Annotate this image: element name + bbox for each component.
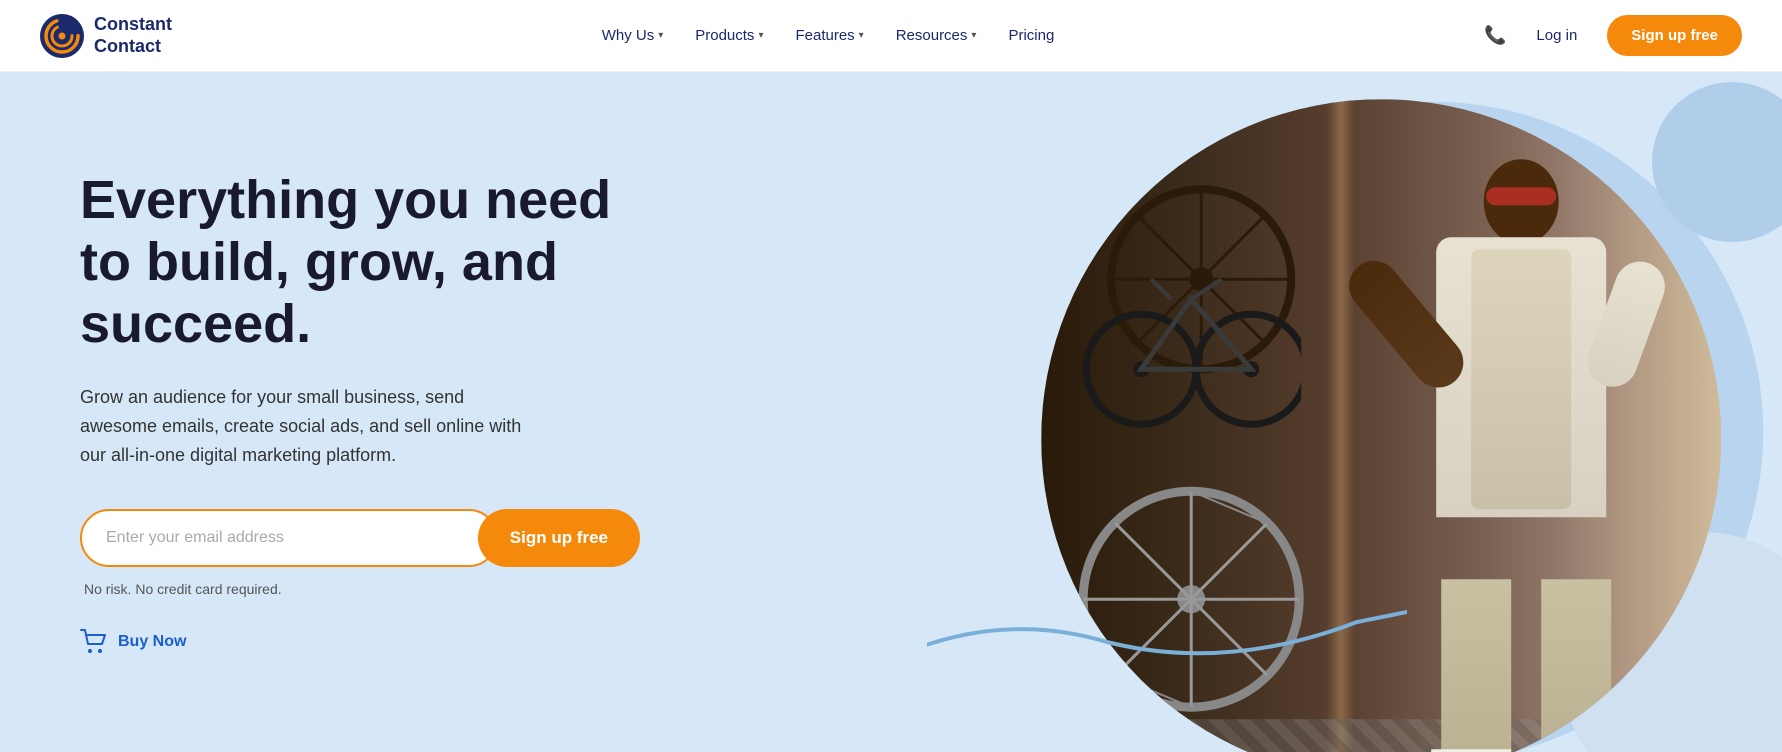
hero-signup-button[interactable]: Sign up free <box>478 509 640 567</box>
person-figure <box>1401 159 1641 752</box>
logo-icon <box>40 14 84 58</box>
buy-now-link[interactable]: Buy Now <box>80 629 867 655</box>
chevron-down-icon: ▾ <box>658 30 663 41</box>
chevron-down-icon: ▾ <box>758 30 763 41</box>
logo-text: Constant Contact <box>94 14 172 57</box>
cart-icon <box>80 629 108 655</box>
main-nav: Constant Contact Why Us ▾ Products ▾ Fea… <box>0 0 1782 72</box>
nav-links: Why Us ▾ Products ▾ Features ▾ Resources… <box>590 19 1067 52</box>
nav-pricing[interactable]: Pricing <box>996 19 1066 52</box>
phone-icon[interactable]: 📞 <box>1484 25 1506 46</box>
hero-right <box>927 72 1782 752</box>
logo[interactable]: Constant Contact <box>40 14 172 58</box>
email-input[interactable] <box>80 509 498 567</box>
wave-decoration <box>927 592 1407 672</box>
nav-features[interactable]: Features ▾ <box>783 19 875 52</box>
hero-subtitle: Grow an audience for your small business… <box>80 383 540 469</box>
buy-now-label: Buy Now <box>118 633 186 651</box>
hero-signup-form: Sign up free <box>80 509 640 567</box>
hero-image <box>927 72 1782 752</box>
nav-resources[interactable]: Resources ▾ <box>884 19 989 52</box>
no-risk-text: No risk. No credit card required. <box>80 581 867 597</box>
hero-title: Everything you need to build, grow, and … <box>80 169 660 355</box>
login-button[interactable]: Log in <box>1524 19 1589 52</box>
bike-frame-back <box>1081 219 1301 439</box>
nav-signup-button[interactable]: Sign up free <box>1607 15 1742 56</box>
nav-right: 📞 Log in Sign up free <box>1484 15 1742 56</box>
nav-products[interactable]: Products ▾ <box>683 19 775 52</box>
hero-section: Everything you need to build, grow, and … <box>0 72 1782 752</box>
chevron-down-icon: ▾ <box>971 30 976 41</box>
nav-why-us[interactable]: Why Us ▾ <box>590 19 676 52</box>
hero-left: Everything you need to build, grow, and … <box>0 72 927 752</box>
chevron-down-icon: ▾ <box>859 30 864 41</box>
